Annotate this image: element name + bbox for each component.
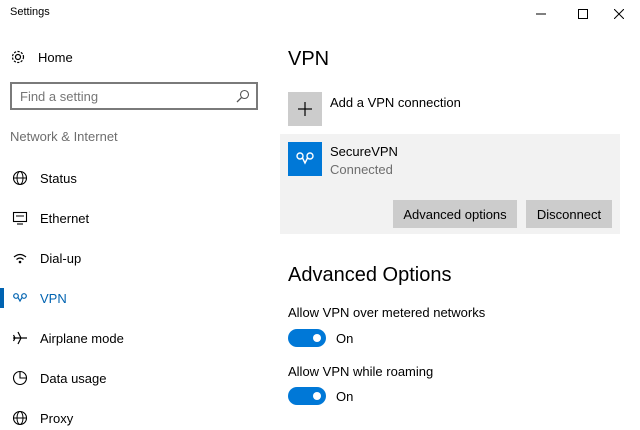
vpn-connection-name: SecureVPN	[330, 144, 398, 159]
sidebar-item-dialup[interactable]: Dial-up	[0, 238, 268, 278]
add-vpn-label: Add a VPN connection	[330, 95, 461, 110]
sidebar-item-label: Status	[40, 170, 77, 186]
advanced-options-heading: Advanced Options	[288, 264, 452, 286]
roaming-toggle[interactable]	[288, 387, 326, 405]
add-vpn-connection-button[interactable]: Add a VPN connection	[288, 92, 588, 128]
dialup-icon	[12, 250, 28, 266]
metered-networks-state: On	[336, 330, 354, 346]
sidebar-item-ethernet[interactable]: Ethernet	[0, 198, 268, 238]
roaming-toggle-row: On	[288, 386, 353, 406]
vpn-icon	[296, 152, 314, 165]
sidebar-item-label: Data usage	[40, 370, 107, 386]
home-label: Home	[38, 49, 73, 65]
search-placeholder: Find a setting	[20, 89, 99, 104]
plus-icon	[298, 102, 312, 116]
toggle-knob	[313, 392, 321, 400]
sidebar-item-status[interactable]: Status	[0, 158, 268, 198]
sidebar-item-label: Proxy	[40, 410, 74, 426]
metered-networks-toggle[interactable]	[288, 329, 326, 347]
airplane-icon	[12, 330, 28, 346]
sidebar-item-label: Dial-up	[40, 250, 82, 266]
ethernet-icon	[12, 210, 28, 226]
page-title: VPN	[288, 48, 330, 70]
window-title: Settings	[10, 6, 50, 18]
globe-icon	[12, 410, 28, 426]
sidebar-item-proxy[interactable]: Proxy	[0, 398, 268, 430]
disconnect-button[interactable]: Disconnect	[526, 200, 612, 228]
data-usage-icon	[12, 370, 28, 386]
add-tile	[288, 92, 322, 126]
sidebar-item-label: Airplane mode	[40, 330, 124, 346]
section-title: Network & Internet	[10, 129, 118, 144]
globe-icon	[12, 170, 28, 186]
minimize-button[interactable]	[520, 0, 562, 28]
active-indicator	[0, 288, 4, 308]
sidebar: Home Find a setting Network & Internet S…	[0, 28, 268, 430]
search-input[interactable]: Find a setting	[10, 82, 258, 110]
metered-networks-toggle-row: On	[288, 328, 353, 348]
roaming-state: On	[336, 388, 354, 404]
vpn-icon	[12, 290, 28, 306]
metered-networks-label: Allow VPN over metered networks	[288, 305, 486, 320]
sidebar-item-label: VPN	[40, 290, 67, 306]
sidebar-item-vpn[interactable]: VPN	[0, 278, 268, 318]
title-bar: Settings	[0, 0, 640, 28]
roaming-label: Allow VPN while roaming	[288, 364, 434, 379]
advanced-options-button[interactable]: Advanced options	[393, 200, 517, 228]
vpn-connection-status: Connected	[330, 162, 393, 177]
main-content: VPN Add a VPN connection SecureVPN Conne…	[280, 28, 628, 430]
close-button[interactable]	[598, 0, 640, 28]
gear-icon	[10, 49, 26, 65]
sidebar-item-label: Ethernet	[40, 210, 90, 226]
vpn-connection-card[interactable]: SecureVPN Connected Advanced options Dis…	[280, 134, 620, 234]
sidebar-item-airplane[interactable]: Airplane mode	[0, 318, 268, 358]
maximize-icon	[578, 9, 588, 19]
home-link[interactable]: Home	[10, 46, 73, 68]
close-icon	[614, 9, 624, 19]
vpn-connection-tile	[288, 142, 322, 176]
minimize-icon	[536, 13, 546, 15]
toggle-knob	[313, 334, 321, 342]
search-icon	[236, 89, 250, 108]
sidebar-item-data-usage[interactable]: Data usage	[0, 358, 268, 398]
